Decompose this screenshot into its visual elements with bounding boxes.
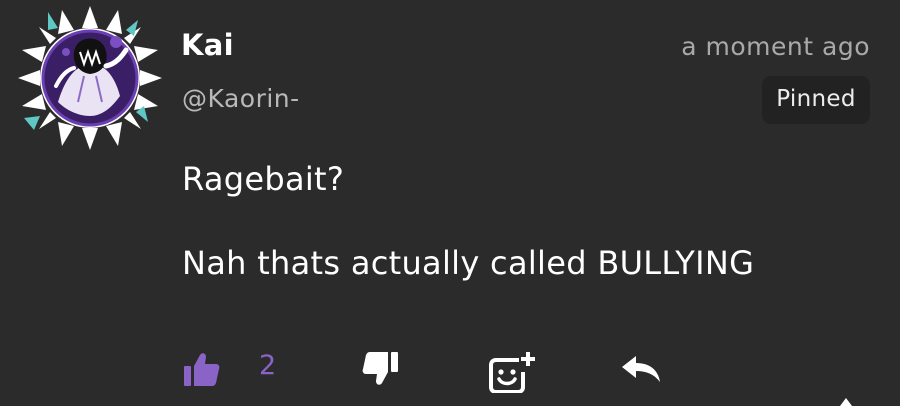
avatar-image	[18, 6, 162, 150]
thumbs-down-icon	[362, 352, 398, 385]
comment-text-line-2: Nah thats actually called BULLYING	[182, 244, 755, 282]
like-button[interactable]	[184, 352, 220, 386]
reply-icon	[622, 356, 660, 382]
comment-text-line-1: Ragebait?	[182, 160, 345, 198]
like-count: 2	[259, 350, 277, 381]
dislike-button[interactable]	[362, 352, 398, 386]
scroll-indicator-icon	[840, 398, 852, 406]
add-emoji-icon	[489, 352, 535, 394]
author-handle[interactable]: @Kaorin-	[182, 84, 300, 113]
add-emoji-button[interactable]	[489, 351, 535, 394]
comment-timestamp: a moment ago	[681, 32, 870, 61]
avatar[interactable]	[18, 6, 162, 150]
reply-button[interactable]	[622, 356, 662, 382]
pinned-badge: Pinned	[762, 76, 870, 124]
comment-card: Kai @Kaorin- a moment ago Pinned Ragebai…	[0, 0, 900, 406]
thumbs-up-icon	[184, 353, 220, 386]
author-name[interactable]: Kai	[181, 28, 234, 62]
